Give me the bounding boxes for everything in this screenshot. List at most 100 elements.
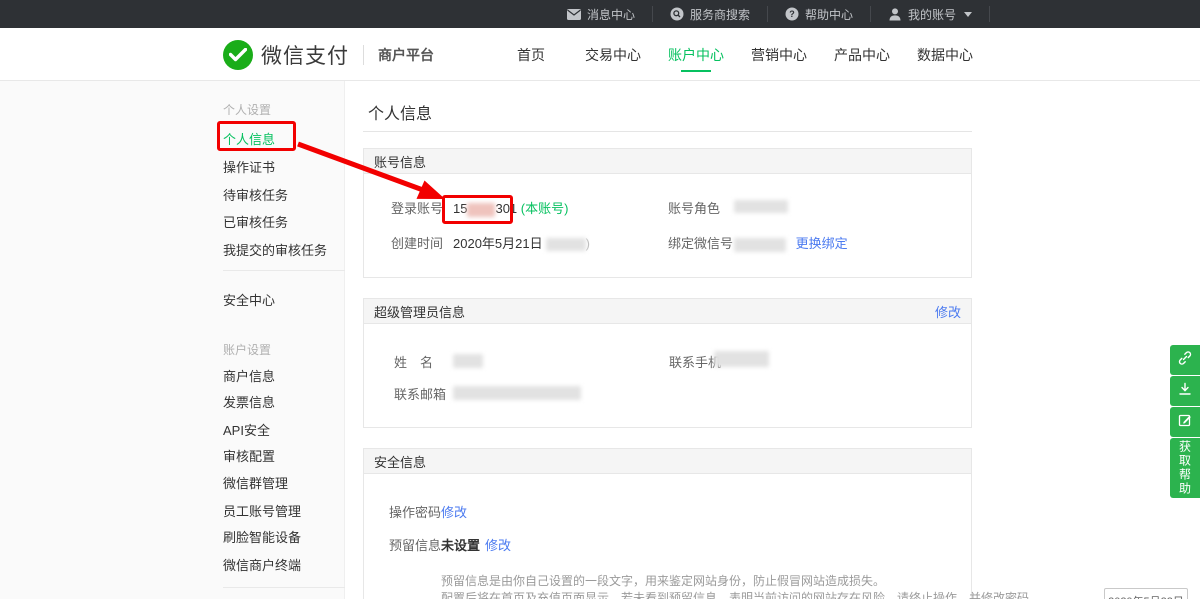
operation-password-label: 操作密码 [389,502,441,521]
created-date: 2020年5月21日 [453,236,543,251]
nav-account-center[interactable]: 账户中心 [661,28,731,81]
user-icon [888,7,902,21]
account-info-card-header: 账号信息 [364,149,971,174]
link-icon [1178,351,1192,370]
current-account-tag: (本账号) [521,201,569,216]
admin-email-value [453,384,581,400]
site-header: 微信支付 商户平台 首页 交易中心 账户中心 营销中心 产品中心 数据中心 [0,28,1200,81]
provider-search-label: 服务商搜索 [690,6,750,23]
masked-admin-email [453,386,581,400]
nav-data-center[interactable]: 数据中心 [910,28,980,81]
admin-name-value [453,352,483,368]
admin-name-label: 姓 名 [394,352,433,371]
sidebar-item-face-smart-device[interactable]: 刷脸智能设备 [223,527,301,546]
created-time-value: 2020年5月21日) [453,233,590,252]
date-tooltip: 2020年5月22日 [1104,588,1188,599]
main-nav: 首页 交易中心 账户中心 营销中心 产品中心 数据中心 [510,28,980,81]
description-line: 预留信息是由你自己设置的一段文字，用来鉴定网站身份，防止假冒网站造成损失。 [441,573,1041,590]
login-account-prefix: 15 [453,201,467,216]
sidebar-item-pending-review-tasks[interactable]: 待审核任务 [223,185,288,204]
change-binding-link[interactable]: 更换绑定 [796,236,848,251]
account-info-card-body: 登录账号 15301 (本账号) 账号角色 创建时间 2020年5月21日) 绑… [364,174,971,278]
security-info-card: 安全信息 操作密码 修改 预留信息 未设置 修改 预留信息是由你自己设置的一段文… [363,448,972,599]
search-circle-icon [670,7,684,21]
help-center-item[interactable]: ? 帮助中心 [768,0,870,28]
masked-admin-name [453,354,483,368]
super-admin-card-header: 超级管理员信息 修改 [364,299,971,324]
link-button[interactable] [1170,345,1200,375]
sidebar-divider [223,270,345,271]
operation-password-edit-link[interactable]: 修改 [441,502,467,521]
my-account-item[interactable]: 我的账号 [871,0,989,28]
message-center-item[interactable]: 消息中心 [550,0,652,28]
sidebar-item-reviewed-tasks[interactable]: 已审核任务 [223,212,288,231]
sidebar-item-wechat-group-management[interactable]: 微信群管理 [223,473,288,492]
security-info-card-header: 安全信息 [364,449,971,474]
nav-marketing-center[interactable]: 营销中心 [744,28,814,81]
nav-transaction-center[interactable]: 交易中心 [578,28,648,81]
get-help-button[interactable]: 获取帮助 [1170,438,1200,498]
sidebar-item-invoice-info[interactable]: 发票信息 [223,392,275,411]
masked-login-digits [467,203,495,217]
page-title: 个人信息 [368,100,432,124]
security-info-card-title: 安全信息 [374,452,426,471]
feedback-button[interactable] [1170,407,1200,437]
nav-product-center[interactable]: 产品中心 [827,28,897,81]
super-admin-card-title: 超级管理员信息 [374,302,465,321]
super-admin-card-body: 姓 名 联系手机 联系邮箱 [364,324,971,428]
account-info-card-title: 账号信息 [374,152,426,171]
reserved-info-label: 预留信息 [389,535,441,554]
sidebar-item-review-config[interactable]: 审核配置 [223,446,275,465]
login-account-value: 15301 (本账号) [453,198,568,217]
account-role-label: 账号角色 [668,198,720,217]
created-time-label: 创建时间 [391,233,443,252]
brand-divider [363,45,364,65]
sidebar-item-security-center[interactable]: 安全中心 [223,290,275,309]
sidebar-item-wechat-merchant-terminal[interactable]: 微信商户终端 [223,555,301,574]
sidebar: 个人设置 个人信息 操作证书 待审核任务 已审核任务 我提交的审核任务 安全中心… [0,81,345,599]
topbar-separator [989,6,990,22]
account-role-value [734,198,788,213]
my-account-label: 我的账号 [908,6,956,23]
title-divider [363,131,972,132]
nav-home[interactable]: 首页 [510,28,552,81]
sidebar-section-account-settings: 账户设置 [223,341,271,358]
top-utility-items: 消息中心 服务商搜索 ? 帮助中心 我的账号 [550,0,990,28]
masked-wechat-id [734,238,786,252]
masked-account-role [734,200,788,213]
sidebar-item-operation-certificate[interactable]: 操作证书 [223,157,275,176]
help-circle-icon: ? [785,7,799,21]
download-button[interactable] [1170,376,1200,406]
page: 消息中心 服务商搜索 ? 帮助中心 我的账号 [0,0,1200,599]
description-line: 配置后将在首页及充值页面显示。若未看到预留信息，表明当前访问的网站存在风险，请终… [441,590,1041,599]
super-admin-edit-link[interactable]: 修改 [935,302,961,321]
login-account-label: 登录账号 [391,198,443,217]
masked-created-time [546,238,586,251]
floating-help-widget: 获取帮助 [1170,345,1200,498]
sidebar-item-staff-account-management[interactable]: 员工账号管理 [223,501,301,520]
security-info-card-body: 操作密码 修改 预留信息 未设置 修改 预留信息是由你自己设置的一段文字，用来鉴… [364,474,971,599]
reserved-info-edit-link[interactable]: 修改 [485,535,511,554]
help-center-label: 帮助中心 [805,6,853,23]
sidebar-item-api-security[interactable]: API安全 [223,420,270,439]
mail-icon [567,7,581,21]
edit-icon [1178,413,1192,432]
bound-wechat-value: 更换绑定 [734,233,848,252]
top-utility-bar: 消息中心 服务商搜索 ? 帮助中心 我的账号 [0,0,1200,28]
svg-text:?: ? [789,9,795,19]
created-time-suffix: ) [586,236,590,251]
super-admin-card: 超级管理员信息 修改 姓 名 联系手机 联系邮箱 [363,298,972,428]
reserved-info-status: 未设置 [441,535,480,554]
message-center-label: 消息中心 [587,6,635,23]
account-info-card: 账号信息 登录账号 15301 (本账号) 账号角色 创建时间 2020年5月2… [363,148,972,278]
masked-admin-phone [714,351,769,367]
brand-subtitle: 商户平台 [378,45,434,65]
sidebar-item-personal-info[interactable]: 个人信息 [223,129,275,148]
sidebar-item-my-submitted-tasks[interactable]: 我提交的审核任务 [223,240,327,259]
wechat-pay-logo [223,40,253,70]
reserved-info-description: 预留信息是由你自己设置的一段文字，用来鉴定网站身份，防止假冒网站造成损失。 配置… [441,573,1041,599]
provider-search-item[interactable]: 服务商搜索 [653,0,767,28]
sidebar-item-merchant-info[interactable]: 商户信息 [223,366,275,385]
admin-phone-value [714,350,769,367]
sidebar-section-personal-settings: 个人设置 [223,101,271,118]
